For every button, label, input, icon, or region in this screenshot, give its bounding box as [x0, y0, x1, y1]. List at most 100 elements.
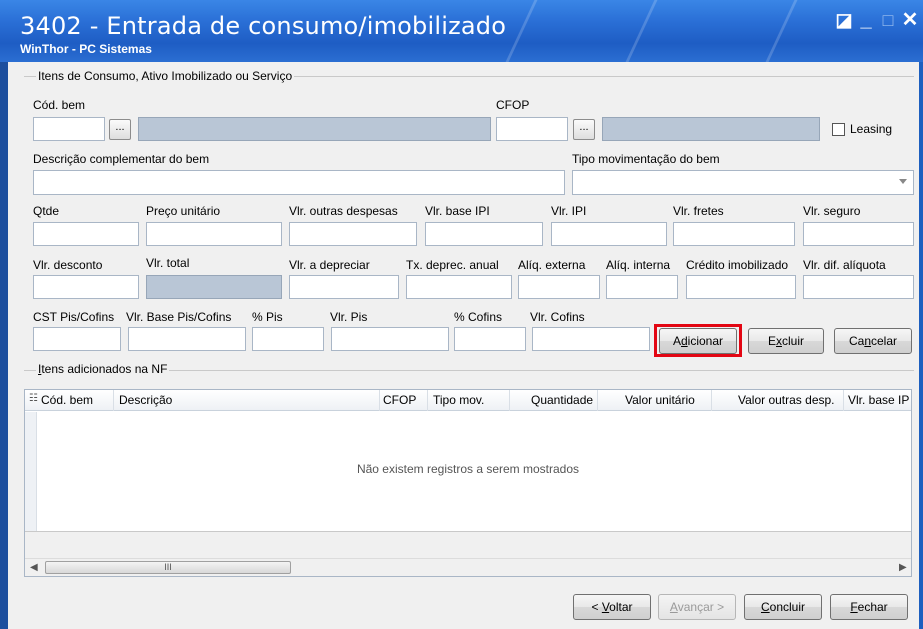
preco-unitario-label: Preço unitário — [146, 204, 221, 218]
cod-bem-browse-button[interactable]: ... — [109, 119, 131, 140]
scroll-left-icon[interactable]: ◀ — [30, 562, 38, 573]
column-separator — [711, 390, 712, 411]
vlr-a-depreciar-label: Vlr. a depreciar — [289, 258, 370, 272]
application-window: 3402 - Entrada de consumo/imobilizado Wi… — [0, 0, 923, 629]
perc-cofins-input[interactable] — [454, 327, 526, 351]
maximize-icon[interactable]: □ — [878, 10, 898, 30]
title-bar-decoration — [625, 0, 658, 62]
fechar-button[interactable]: Fechar — [830, 594, 908, 620]
column-header-descricao[interactable]: Descrição — [119, 393, 172, 407]
cfop-label: CFOP — [496, 98, 530, 112]
close-icon[interactable]: ✕ — [900, 10, 920, 30]
vlr-seguro-input[interactable] — [803, 222, 914, 246]
avancar-button[interactable]: Avançar > — [658, 594, 736, 620]
window-title: 3402 - Entrada de consumo/imobilizado — [20, 12, 507, 40]
cancelar-label-pre: Ca — [848, 334, 865, 348]
descricao-complementar-input[interactable] — [33, 170, 565, 195]
column-header-valor-outras-desp[interactable]: Valor outras desp. — [738, 393, 835, 407]
vlr-base-pis-cofins-label: Vlr. Base Pis/Cofins — [126, 310, 232, 324]
cancelar-label-post: celar — [871, 334, 898, 348]
fechar-label-post: echar — [857, 600, 888, 614]
minimize-icon[interactable]: _ — [856, 10, 876, 30]
scrollbar-thumb[interactable]: III — [45, 561, 291, 574]
aliq-interna-input[interactable] — [606, 275, 678, 299]
tx-deprec-anual-input[interactable] — [406, 275, 512, 299]
vlr-base-ipi-input[interactable] — [425, 222, 543, 246]
vlr-outras-despesas-label: Vlr. outras despesas — [289, 204, 398, 218]
aliq-externa-input[interactable] — [518, 275, 600, 299]
concluir-label-accel: C — [760, 600, 770, 614]
vlr-fretes-input[interactable] — [673, 222, 795, 246]
adicionar-label-accel: d — [680, 334, 688, 348]
leasing-label: Leasing — [850, 122, 893, 136]
items-grid[interactable]: ☷ Cód. bem Descrição CFOP Tipo mov. Quan… — [24, 389, 912, 577]
concluir-label-post: oncluir — [769, 600, 806, 614]
adicionar-button[interactable]: Adicionar — [659, 328, 737, 354]
voltar-label-post: oltar — [609, 600, 633, 614]
credito-imobilizado-label: Crédito imobilizado — [686, 258, 789, 272]
voltar-label-pre: < — [591, 600, 602, 614]
column-separator — [113, 390, 114, 411]
vlr-base-pis-cofins-input[interactable] — [128, 327, 246, 351]
column-header-cod-bem[interactable]: Cód. bem — [41, 393, 93, 407]
excluir-label-post: cluir — [782, 334, 805, 348]
vlr-pis-label: Vlr. Pis — [330, 310, 368, 324]
preco-unitario-input[interactable] — [146, 222, 282, 246]
column-header-tipo-mov[interactable]: Tipo mov. — [433, 393, 484, 407]
vlr-total-label: Vlr. total — [146, 256, 190, 270]
group-title-itens-adicionados: Itens adicionados na NF — [36, 362, 170, 376]
perc-pis-input[interactable] — [252, 327, 324, 351]
descricao-complementar-label: Descrição complementar do bem — [33, 152, 210, 166]
credito-imobilizado-input[interactable] — [686, 275, 796, 299]
cod-bem-input[interactable] — [33, 117, 105, 141]
vlr-a-depreciar-input[interactable] — [289, 275, 399, 299]
group-title-itens-consumo: Itens de Consumo, Ativo Imobilizado ou S… — [36, 69, 295, 83]
column-chooser-icon[interactable]: ☷ — [29, 393, 38, 404]
horizontal-scrollbar[interactable]: ◀ III ▶ — [25, 558, 911, 576]
cod-bem-label: Cód. bem — [33, 98, 86, 112]
cancelar-button[interactable]: Cancelar — [834, 328, 912, 354]
column-header-quantidade[interactable]: Quantidade — [531, 393, 593, 407]
tipo-movimentacao-label: Tipo movimentação do bem — [572, 152, 720, 166]
aliq-interna-label: Alíq. interna — [606, 258, 671, 272]
title-bar[interactable]: 3402 - Entrada de consumo/imobilizado Wi… — [0, 0, 923, 62]
vlr-seguro-label: Vlr. seguro — [803, 204, 861, 218]
cfop-description — [602, 117, 820, 141]
vlr-dif-aliquota-input[interactable] — [803, 275, 914, 299]
vlr-dif-aliquota-label: Vlr. dif. alíquota — [803, 258, 886, 272]
vlr-desconto-input[interactable] — [33, 275, 139, 299]
grid-header: ☷ Cód. bem Descrição CFOP Tipo mov. Quan… — [25, 390, 911, 411]
column-header-valor-unitario[interactable]: Valor unitário — [625, 393, 695, 407]
aliq-externa-label: Alíq. externa — [518, 258, 586, 272]
tx-deprec-anual-label: Tx. deprec. anual — [406, 258, 499, 272]
vlr-ipi-label: Vlr. IPI — [551, 204, 587, 218]
cfop-browse-button[interactable]: ... — [573, 119, 595, 140]
excluir-label-pre: E — [767, 334, 776, 348]
qtde-input[interactable] — [33, 222, 139, 246]
vlr-pis-input[interactable] — [331, 327, 449, 351]
adicionar-label-post: icionar — [687, 334, 724, 348]
column-separator — [509, 390, 510, 411]
concluir-button[interactable]: Concluir — [744, 594, 822, 620]
vlr-ipi-input[interactable] — [551, 222, 667, 246]
column-header-cfop[interactable]: CFOP — [383, 393, 416, 407]
leasing-checkbox[interactable] — [832, 123, 845, 136]
column-header-vlr-base-ipi[interactable]: Vlr. base IP — [848, 393, 909, 407]
chevron-down-icon[interactable] — [899, 179, 907, 184]
column-separator — [843, 390, 844, 411]
tipo-movimentacao-select[interactable] — [572, 170, 914, 195]
cst-pis-cofins-input[interactable] — [33, 327, 121, 351]
window-subtitle: WinThor - PC Sistemas — [20, 42, 152, 56]
column-separator — [379, 390, 380, 411]
group2-label-post: tens adicionados na NF — [41, 362, 168, 376]
vlr-cofins-input[interactable] — [532, 327, 650, 351]
excluir-button[interactable]: Excluir — [748, 328, 824, 354]
avancar-label-accel: A — [669, 600, 678, 614]
vlr-outras-despesas-input[interactable] — [289, 222, 417, 246]
column-separator — [597, 390, 598, 411]
restore-icon[interactable]: ◪ — [834, 10, 854, 30]
voltar-button[interactable]: < Voltar — [573, 594, 651, 620]
scroll-right-icon[interactable]: ▶ — [899, 562, 907, 573]
vlr-desconto-label: Vlr. desconto — [33, 258, 103, 272]
cfop-input[interactable] — [496, 117, 568, 141]
